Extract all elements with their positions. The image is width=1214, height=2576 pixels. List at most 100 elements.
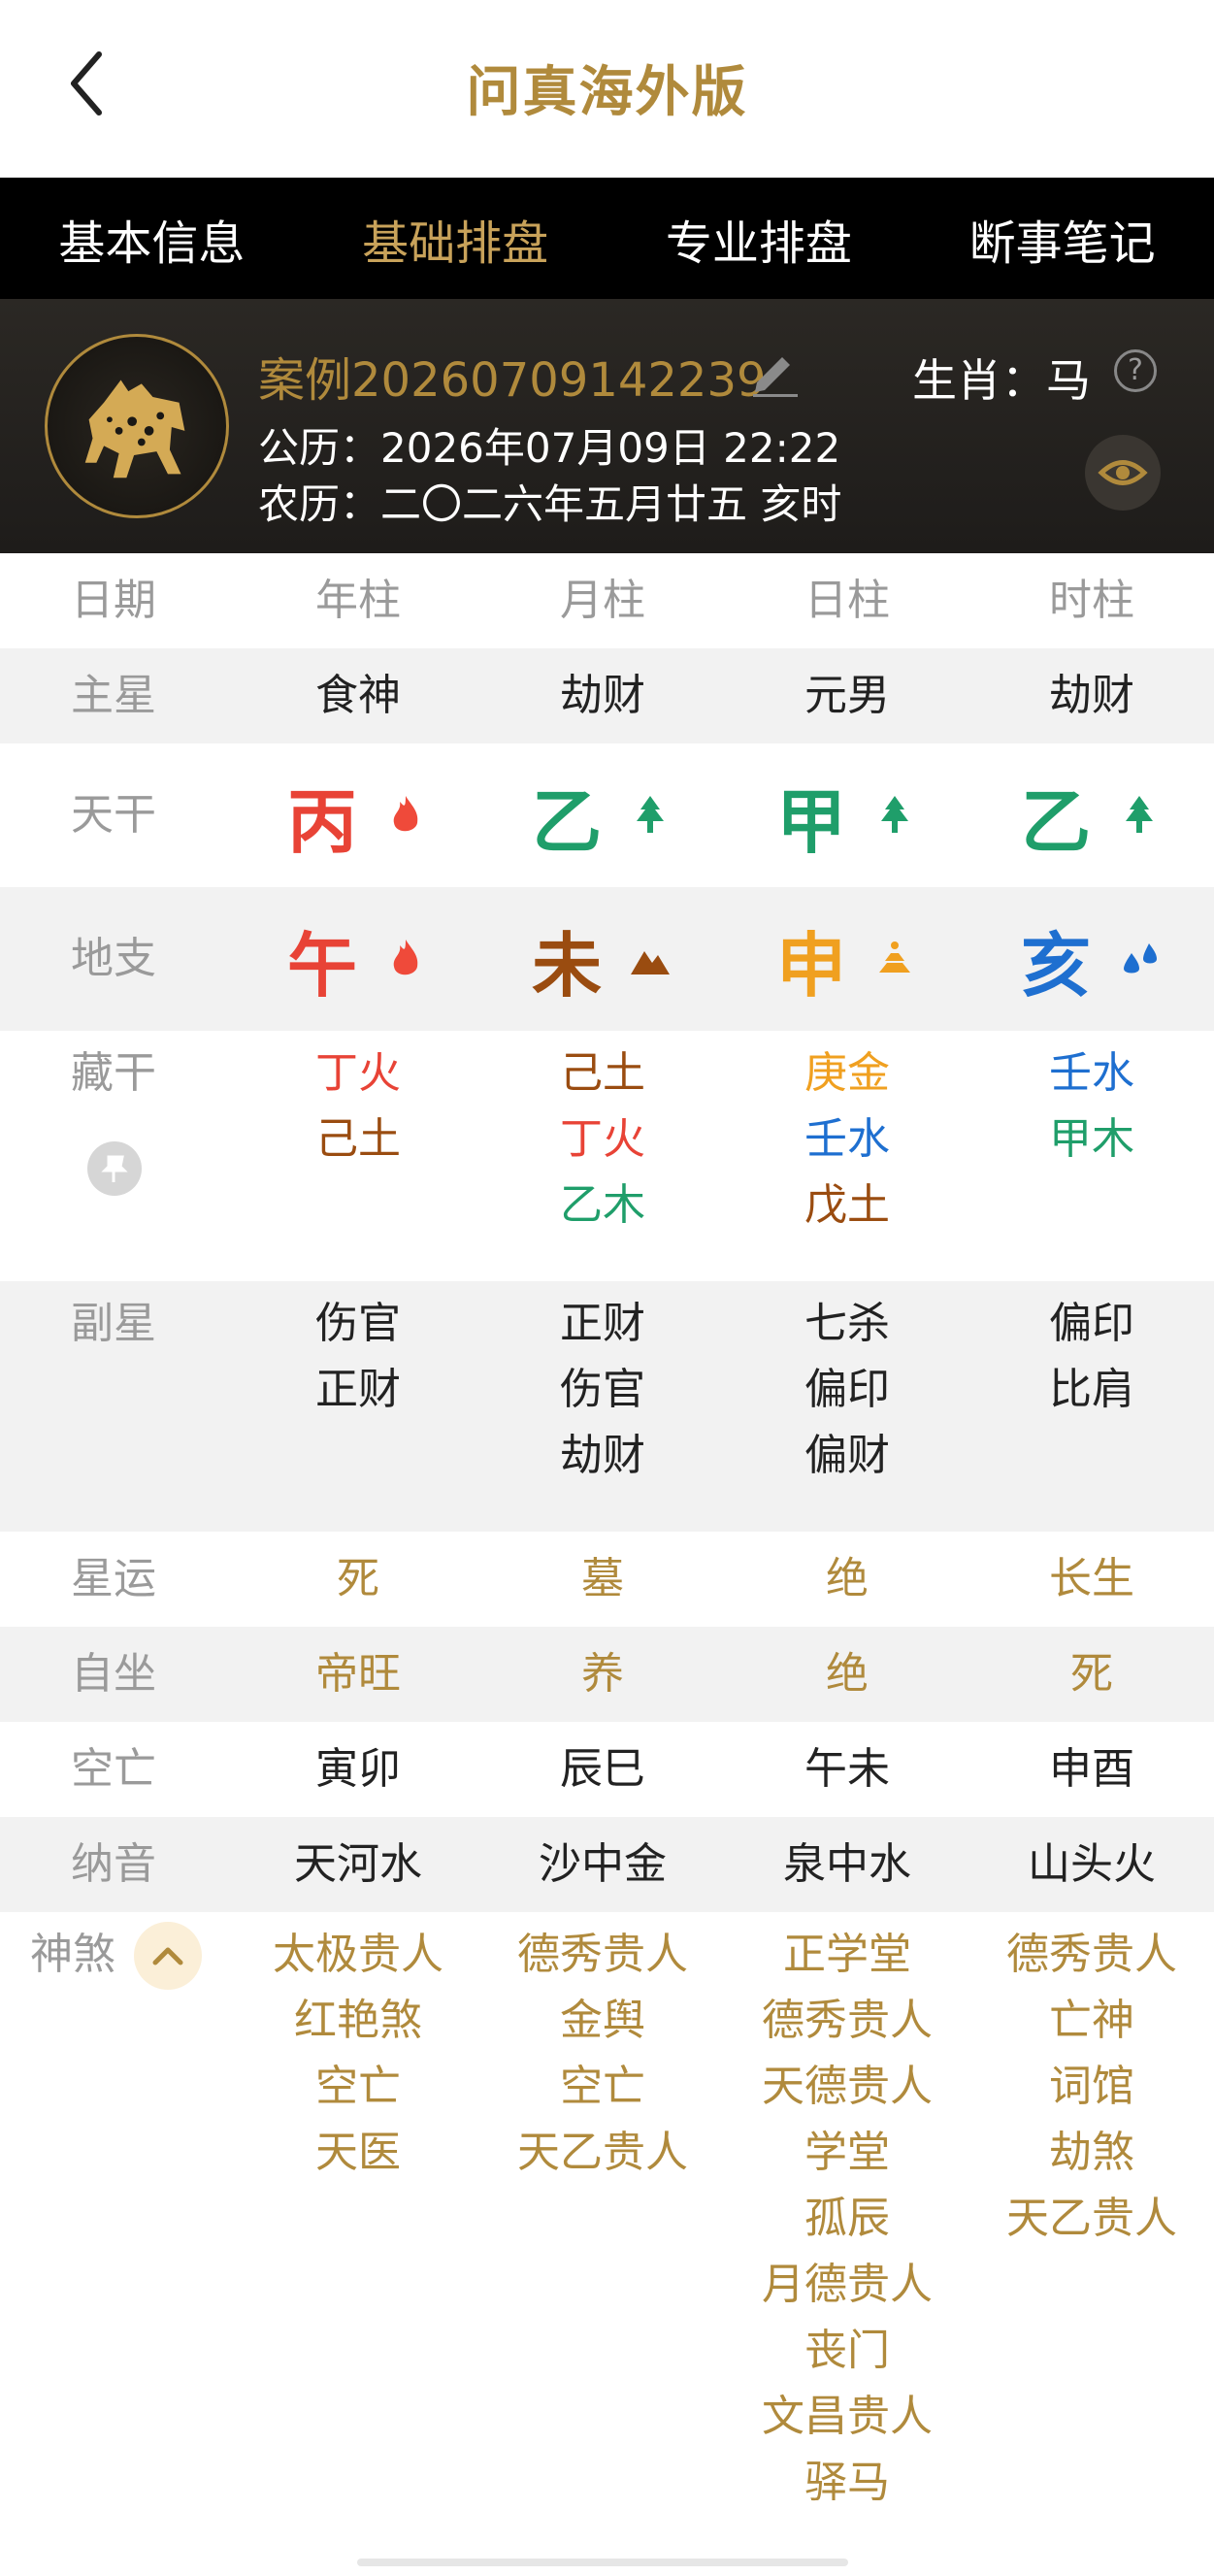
fuxing-month: 正财 伤官 劫财 [480, 1291, 725, 1489]
row-label-canggan: 藏干 [71, 1048, 156, 1098]
shensha-hour: 德秀贵人 亡神 词馆 劫煞 天乙贵人 [969, 1922, 1214, 2252]
shensha-hour-5: 天乙贵人 [1006, 2194, 1177, 2243]
zizuo-hour: 死 [1070, 1649, 1113, 1699]
fuxing-day-2: 偏印 [804, 1365, 890, 1414]
branch-year: 午 [236, 910, 480, 1007]
shensha-day: 正学堂 德秀贵人 天德贵人 学堂 孤辰 月德贵人 丧门 文昌贵人 驿马 [725, 1922, 969, 2516]
main-star-year: 食神 [315, 671, 401, 720]
shensha-hour-3: 词馆 [1049, 2062, 1134, 2111]
help-icon[interactable]: ? [1114, 349, 1157, 392]
tab-basic-chart[interactable]: 基础排盘 [304, 178, 607, 299]
main-star-hour: 劫财 [1049, 671, 1134, 720]
pin-button[interactable] [87, 1141, 142, 1196]
col-header-year: 年柱 [315, 576, 401, 625]
canggan-year: 丁火 己土 [236, 1040, 480, 1172]
tab-pro-chart[interactable]: 专业排盘 [607, 178, 911, 299]
shensha-month: 德秀贵人 金舆 空亡 天乙贵人 [480, 1922, 725, 2186]
stem-month-char: 乙 [531, 780, 602, 863]
zodiac-avatar [45, 334, 229, 518]
tree-icon [881, 796, 908, 833]
shensha-month-2: 金舆 [560, 1996, 645, 2045]
shensha-day-2: 德秀贵人 [762, 1996, 933, 2045]
shensha-day-6: 月德贵人 [762, 2260, 933, 2309]
row-label-xingyun: 星运 [71, 1554, 156, 1603]
row-label-shensha: 神煞 [30, 1930, 115, 1979]
nayin-row: 纳音 天河水 沙中金 泉中水 山头火 [0, 1817, 1214, 1912]
branch-month: 未 [480, 910, 725, 1007]
secondary-star-row: 副星 伤官 正财 正财 伤官 劫财 七杀 偏印 偏财 偏印 比肩 [0, 1281, 1214, 1532]
kongwang-year: 寅卯 [315, 1744, 401, 1794]
zizuo-month: 养 [581, 1649, 624, 1699]
shensha-year-2: 红艳煞 [294, 1996, 422, 2045]
shensha-day-3: 天德贵人 [762, 2062, 933, 2111]
shensha-month-1: 德秀贵人 [517, 1930, 688, 1979]
app-title: 问真海外版 [466, 61, 748, 124]
canggan-day-2: 壬水 [804, 1114, 890, 1164]
fire-icon [393, 940, 418, 975]
xingyun-year: 死 [337, 1554, 379, 1603]
row-label-nayin: 纳音 [71, 1839, 156, 1889]
kongwang-month: 辰巳 [560, 1744, 645, 1794]
zizuo-year: 帝旺 [315, 1649, 401, 1699]
tree-icon [637, 796, 664, 833]
fuxing-day-3: 偏财 [804, 1431, 890, 1480]
row-label-zizuo: 自坐 [71, 1649, 156, 1699]
canggan-year-1: 丁火 [315, 1048, 401, 1098]
xingyun-day: 绝 [826, 1554, 869, 1603]
nayin-day: 泉中水 [783, 1839, 911, 1889]
shensha-hour-2: 亡神 [1049, 1996, 1134, 2045]
col-header-day: 日柱 [804, 576, 890, 625]
row-label-dizhi: 地支 [71, 934, 156, 983]
canggan-day-3: 戊土 [804, 1180, 890, 1230]
shensha-row: 神煞 太极贵人 红艳煞 空亡 天医 德秀贵人 金舆 空亡 天乙贵人 正学堂 德秀… [0, 1912, 1214, 2533]
xingyun-month: 墓 [581, 1554, 624, 1603]
water-icon [1124, 943, 1157, 974]
fuxing-hour-1: 偏印 [1049, 1299, 1134, 1348]
fuxing-year: 伤官 正财 [236, 1291, 480, 1423]
shensha-day-7: 丧门 [804, 2326, 890, 2375]
zizuo-day: 绝 [826, 1649, 869, 1699]
branch-day-char: 申 [775, 924, 846, 1007]
chevron-up-icon [152, 1947, 183, 1965]
main-star-month: 劫财 [560, 671, 645, 720]
scroll-indicator[interactable] [357, 2559, 848, 2566]
tree-icon [1126, 796, 1153, 833]
star-luck-row: 星运 死 墓 绝 长生 [0, 1532, 1214, 1627]
col-header-hour: 时柱 [1049, 576, 1134, 625]
stem-hour-char: 乙 [1020, 780, 1091, 863]
main-star-row: 主星 食神 劫财 元男 劫财 [0, 648, 1214, 743]
bazi-chart-table: 日期 年柱 月柱 日柱 时柱 主星 食神 劫财 元男 劫财 天干 丙 乙 甲 乙 [0, 553, 1214, 2533]
self-sitting-row: 自坐 帝旺 养 绝 死 [0, 1627, 1214, 1722]
xingyun-hour: 长生 [1049, 1554, 1134, 1603]
canggan-month-3: 乙木 [560, 1180, 645, 1230]
fuxing-hour: 偏印 比肩 [969, 1291, 1214, 1423]
eye-icon [1098, 460, 1148, 485]
visibility-toggle[interactable] [1085, 435, 1161, 511]
heavenly-stem-row: 天干 丙 乙 甲 乙 [0, 743, 1214, 887]
earthly-branch-row: 地支 午 未 申 亥 [0, 887, 1214, 1031]
canggan-month-1: 己土 [560, 1048, 645, 1098]
main-star-day: 元男 [804, 671, 890, 720]
top-bar: 问真海外版 [0, 0, 1214, 178]
fuxing-month-2: 伤官 [560, 1365, 645, 1414]
canggan-day-1: 庚金 [804, 1048, 890, 1098]
stem-day: 甲 [725, 767, 969, 864]
row-label-main-star: 主星 [71, 671, 156, 720]
fuxing-day: 七杀 偏印 偏财 [725, 1291, 969, 1489]
pin-icon [101, 1155, 128, 1182]
shensha-day-4: 学堂 [804, 2128, 890, 2177]
lunar-date: 农历：二〇二六年五月廿五 亥时 [258, 480, 842, 528]
canggan-hour-2: 甲木 [1049, 1114, 1134, 1164]
profile-card: 案例20260709142239 生肖：马 ? 公历：2026年07月09日 2… [0, 299, 1214, 553]
fuxing-year-2: 正财 [315, 1365, 401, 1414]
kongwang-day: 午未 [804, 1744, 890, 1794]
tab-notes[interactable]: 断事笔记 [910, 178, 1214, 299]
tab-basic-info[interactable]: 基本信息 [0, 178, 304, 299]
row-label-fuxing: 副星 [71, 1299, 156, 1348]
fuxing-day-1: 七杀 [804, 1299, 890, 1348]
stem-hour: 乙 [969, 767, 1214, 864]
nayin-year: 天河水 [294, 1839, 422, 1889]
branch-month-char: 未 [531, 924, 602, 1007]
collapse-button[interactable] [134, 1922, 202, 1990]
edit-pencil-icon[interactable] [747, 344, 802, 398]
